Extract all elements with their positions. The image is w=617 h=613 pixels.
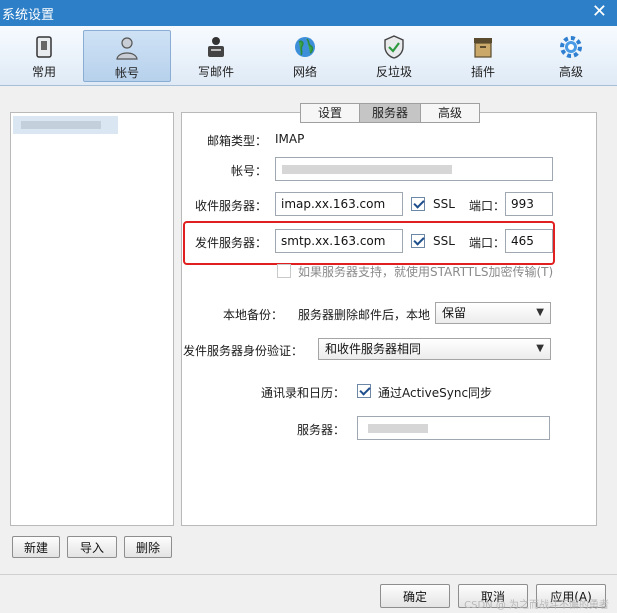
settings-toolbar: 常用 帐号 写邮件 网络 反垃圾 插件 高级 xyxy=(0,26,617,86)
toolbar-item-compose[interactable]: 写邮件 xyxy=(172,30,260,82)
account-icon xyxy=(116,37,138,60)
plugin-icon xyxy=(474,38,492,58)
mailbox-type-value: IMAP xyxy=(275,132,305,146)
toolbar-item-account[interactable]: 帐号 xyxy=(83,30,171,82)
local-backup-desc: 服务器删除邮件后，本地 xyxy=(298,308,431,322)
account-field[interactable] xyxy=(275,157,553,181)
activesync-server-label: 服务器： xyxy=(296,423,345,437)
contacts-calendar-label: 通讯录和日历： xyxy=(260,386,345,400)
toolbar-item-label: 写邮件 xyxy=(197,65,234,79)
toolbar-item-antispam[interactable]: 反垃圾 xyxy=(350,30,438,82)
local-backup-select[interactable]: 保留 ▼ xyxy=(435,302,551,324)
toolbar-item-plugin[interactable]: 插件 xyxy=(439,30,527,82)
redacted-server-value xyxy=(368,424,428,433)
chevron-down-icon: ▼ xyxy=(536,343,544,354)
close-icon[interactable]: ✕ xyxy=(592,2,607,22)
toolbar-item-network[interactable]: 网络 xyxy=(261,30,349,82)
activesync-label: 通过ActiveSync同步 xyxy=(378,386,493,400)
local-backup-label: 本地备份： xyxy=(222,308,283,322)
toolbar-item-label: 网络 xyxy=(292,65,317,79)
toolbar-item-advanced[interactable]: 高级 xyxy=(527,30,615,82)
toolbar-item-label: 帐号 xyxy=(114,66,139,80)
account-label: 帐号： xyxy=(230,164,267,178)
toolbar-item-label: 插件 xyxy=(470,65,495,79)
incoming-port-input[interactable]: 993 xyxy=(505,192,553,216)
toolbar-item-general[interactable]: 常用 xyxy=(0,30,88,82)
incoming-ssl-checkbox[interactable] xyxy=(411,197,425,211)
delete-account-button[interactable]: 删除 xyxy=(124,536,172,558)
toolbar-item-label: 常用 xyxy=(31,65,56,79)
mailbox-type-label: 邮箱类型： xyxy=(206,134,267,148)
network-icon xyxy=(295,37,315,57)
title-bar: 系统设置 ✕ xyxy=(0,0,617,26)
toolbar-item-label: 高级 xyxy=(558,65,583,79)
antispam-icon xyxy=(384,35,404,59)
import-account-button[interactable]: 导入 xyxy=(67,536,117,558)
incoming-server-label: 收件服务器： xyxy=(194,199,267,213)
incoming-server-input[interactable]: imap.xx.163.com xyxy=(275,192,403,216)
compose-icon xyxy=(208,37,224,57)
tab-settings[interactable]: 设置 xyxy=(300,103,360,123)
window-title: 系统设置 xyxy=(2,8,55,23)
tab-advanced[interactable]: 高级 xyxy=(420,103,480,123)
tab-server[interactable]: 服务器 xyxy=(359,103,421,123)
outgoing-auth-label: 发件服务器身份验证： xyxy=(183,344,304,358)
advanced-icon xyxy=(560,36,582,58)
account-list-item-selected[interactable] xyxy=(13,116,118,134)
incoming-port-label: 端口： xyxy=(469,199,506,213)
toolbar-item-label: 反垃圾 xyxy=(375,65,412,79)
new-account-button[interactable]: 新建 xyxy=(12,536,60,558)
outgoing-auth-value: 和收件服务器相同 xyxy=(325,342,422,356)
chevron-down-icon: ▼ xyxy=(536,307,544,318)
account-list[interactable] xyxy=(10,112,174,526)
activesync-checkbox[interactable] xyxy=(357,384,371,398)
activesync-server-input[interactable] xyxy=(357,416,550,440)
outgoing-server-highlight xyxy=(183,221,555,265)
incoming-ssl-label: SSL xyxy=(433,197,455,211)
local-backup-value: 保留 xyxy=(442,306,467,320)
ok-button[interactable]: 确定 xyxy=(380,584,450,608)
general-icon xyxy=(36,36,52,58)
outgoing-auth-select[interactable]: 和收件服务器相同 ▼ xyxy=(318,338,551,360)
watermark: CSDN @ 为之而战斗不懈的勇者 xyxy=(464,600,609,611)
starttls-label: 如果服务器支持，就使用STARTTLS加密传输(T) xyxy=(298,265,554,279)
redacted-account-value xyxy=(282,165,452,174)
redacted-account xyxy=(21,121,101,129)
starttls-checkbox[interactable] xyxy=(277,264,291,278)
